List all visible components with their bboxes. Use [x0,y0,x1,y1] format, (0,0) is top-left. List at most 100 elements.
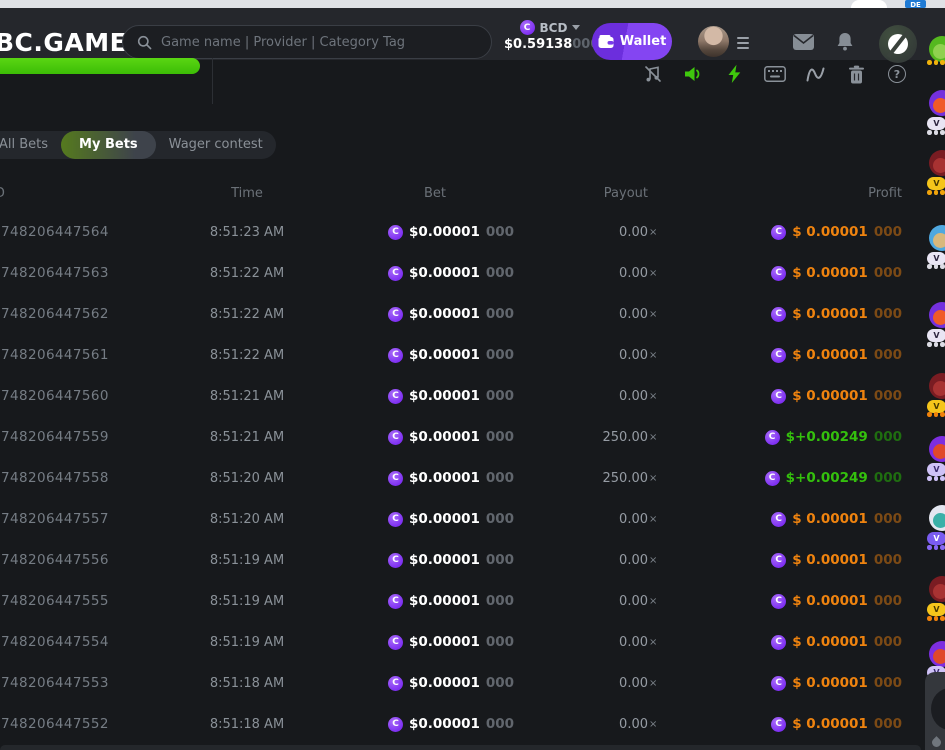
bcd-coin-icon: C [771,594,786,609]
bcd-coin-icon: C [388,512,403,527]
table-row[interactable]: 7482064475638:51:22 AMC$0.000010000.00×C… [0,253,920,294]
bet-time: 8:51:22 AM [200,253,294,294]
help-icon[interactable]: ? [886,63,908,85]
bet-id: 748206447554 [1,622,109,663]
sound-on-icon[interactable] [683,63,705,85]
bet-payout: 0.00× [540,212,648,253]
table-row[interactable]: 7482064475648:51:23 AMC$0.000010000.00×C… [0,212,920,253]
bet-time: 8:51:18 AM [200,704,294,745]
user-avatar[interactable] [698,26,729,57]
bet-id: 748206447552 [1,704,109,745]
bcd-coin-icon: C [388,553,403,568]
bet-payout: 0.00× [540,704,648,745]
bcd-coin-icon: C [771,225,786,240]
bet-profit: C$ 0.00001000 [700,622,902,663]
bell-icon[interactable] [836,32,854,52]
clear-trash-icon[interactable] [845,63,867,85]
bet-id: 748206447561 [1,335,109,376]
browser-chrome-strip: DE [0,0,945,8]
bet-amount: C$0.00001000 [388,294,514,335]
bcd-coin-icon: C [388,430,403,445]
table-body: 7482064475648:51:23 AMC$0.000010000.00×C… [0,212,920,745]
chat-user-avatar[interactable] [929,90,945,116]
bet-id: 748206447559 [1,417,109,458]
chat-user-avatar[interactable] [929,436,945,462]
table-row[interactable]: 7482064475598:51:21 AMC$0.00001000250.00… [0,417,920,458]
bet-amount: C$0.00001000 [388,581,514,622]
table-row[interactable]: 7482064475538:51:18 AMC$0.000010000.00×C… [0,663,920,704]
table-row[interactable]: 7482064475578:51:20 AMC$0.000010000.00×C… [0,499,920,540]
chat-user-avatar[interactable] [929,505,945,531]
music-off-icon[interactable] [642,63,664,85]
table-row[interactable]: 7482064475588:51:20 AMC$0.00001000250.00… [0,458,920,499]
wallet-label: Wallet [620,34,667,49]
bet-amount: C$0.00001000 [388,458,514,499]
table-row[interactable]: 7482064475618:51:22 AMC$0.000010000.00×C… [0,335,920,376]
bet-profit: C$ 0.00001000 [700,663,902,704]
search-input[interactable] [161,35,477,50]
bet-id: 748206447558 [1,458,109,499]
chat-user-avatar[interactable] [929,150,945,176]
chat-user-avatar[interactable] [929,225,945,251]
chat-bottom-panel [925,672,945,750]
bet-profit: C$+0.00249000 [700,458,902,499]
mail-icon[interactable] [793,34,814,50]
rain-drop-icon[interactable] [930,736,943,749]
bet-profit: C$ 0.00001000 [700,294,902,335]
top-header: BC.GAME C BCD $0.59138000 Wallet [0,8,945,60]
chat-user-avatar[interactable] [929,576,945,602]
tab-wager-contest[interactable]: Wager contest [156,131,276,159]
bet-payout: 0.00× [540,540,648,581]
game-search-bar[interactable] [122,25,492,59]
header-id: ID [0,186,5,201]
table-row[interactable]: 7482064475558:51:19 AMC$0.000010000.00×C… [0,581,920,622]
bet-amount: C$0.00001000 [388,335,514,376]
bcd-coin-icon: C [771,635,786,650]
bcd-coin-icon: C [388,717,403,732]
chat-user-avatar[interactable] [929,36,945,62]
bcd-coin-icon: C [771,717,786,732]
chat-message-dots [927,545,945,550]
bcd-coin-icon: C [388,635,403,650]
table-row[interactable]: 7482064475628:51:22 AMC$0.000010000.00×C… [0,294,920,335]
table-row[interactable]: 7482064475608:51:21 AMC$0.000010000.00×C… [0,376,920,417]
bet-id: 748206447556 [1,540,109,581]
bet-payout: 250.00× [540,458,648,499]
chat-strip: VVVVVVVVV [925,0,945,750]
bet-payout: 0.00× [540,335,648,376]
browser-tab-corner [851,0,887,8]
tab-my-bets[interactable]: My Bets [61,131,156,159]
browser-extension-badge[interactable]: DE [905,0,926,8]
bet-payout: 0.00× [540,622,648,663]
trends-wave-icon[interactable] [805,63,827,85]
header-profit: Profit [700,186,902,201]
chat-user-avatar[interactable] [929,302,945,328]
bc-game-logo[interactable]: BC.GAME [0,28,127,57]
chat-toggle-button[interactable] [879,25,917,63]
search-icon [137,35,152,50]
wallet-icon [598,35,614,49]
bcd-coin-icon: C [771,348,786,363]
chat-user-avatar[interactable] [929,641,945,667]
bet-payout: 0.00× [540,376,648,417]
user-menu-icon[interactable] [737,37,749,52]
table-row[interactable]: 7482064475568:51:19 AMC$0.000010000.00×C… [0,540,920,581]
chat-user-avatar[interactable] [929,373,945,399]
hotkeys-keyboard-icon[interactable] [764,63,786,85]
table-row[interactable]: 7482064475528:51:18 AMC$0.000010000.00×C… [0,704,920,745]
balance-selector[interactable]: C BCD $0.59138000 [504,20,596,52]
turbo-bolt-icon[interactable] [723,63,745,85]
bet-amount: C$0.00001000 [388,499,514,540]
bcd-coin-icon: C [771,389,786,404]
bet-time: 8:51:21 AM [200,417,294,458]
chat-scroll-button[interactable] [931,688,945,730]
bet-time: 8:51:19 AM [200,622,294,663]
bcd-coin-icon: C [771,512,786,527]
header-bet: Bet [388,186,482,201]
bcd-coin-icon: C [388,676,403,691]
tab-all-bets[interactable]: All Bets [0,131,61,159]
bcd-coin-icon: C [388,266,403,281]
bet-id: 748206447560 [1,376,109,417]
wallet-button[interactable]: Wallet [592,23,672,60]
table-row[interactable]: 7482064475548:51:19 AMC$0.000010000.00×C… [0,622,920,663]
